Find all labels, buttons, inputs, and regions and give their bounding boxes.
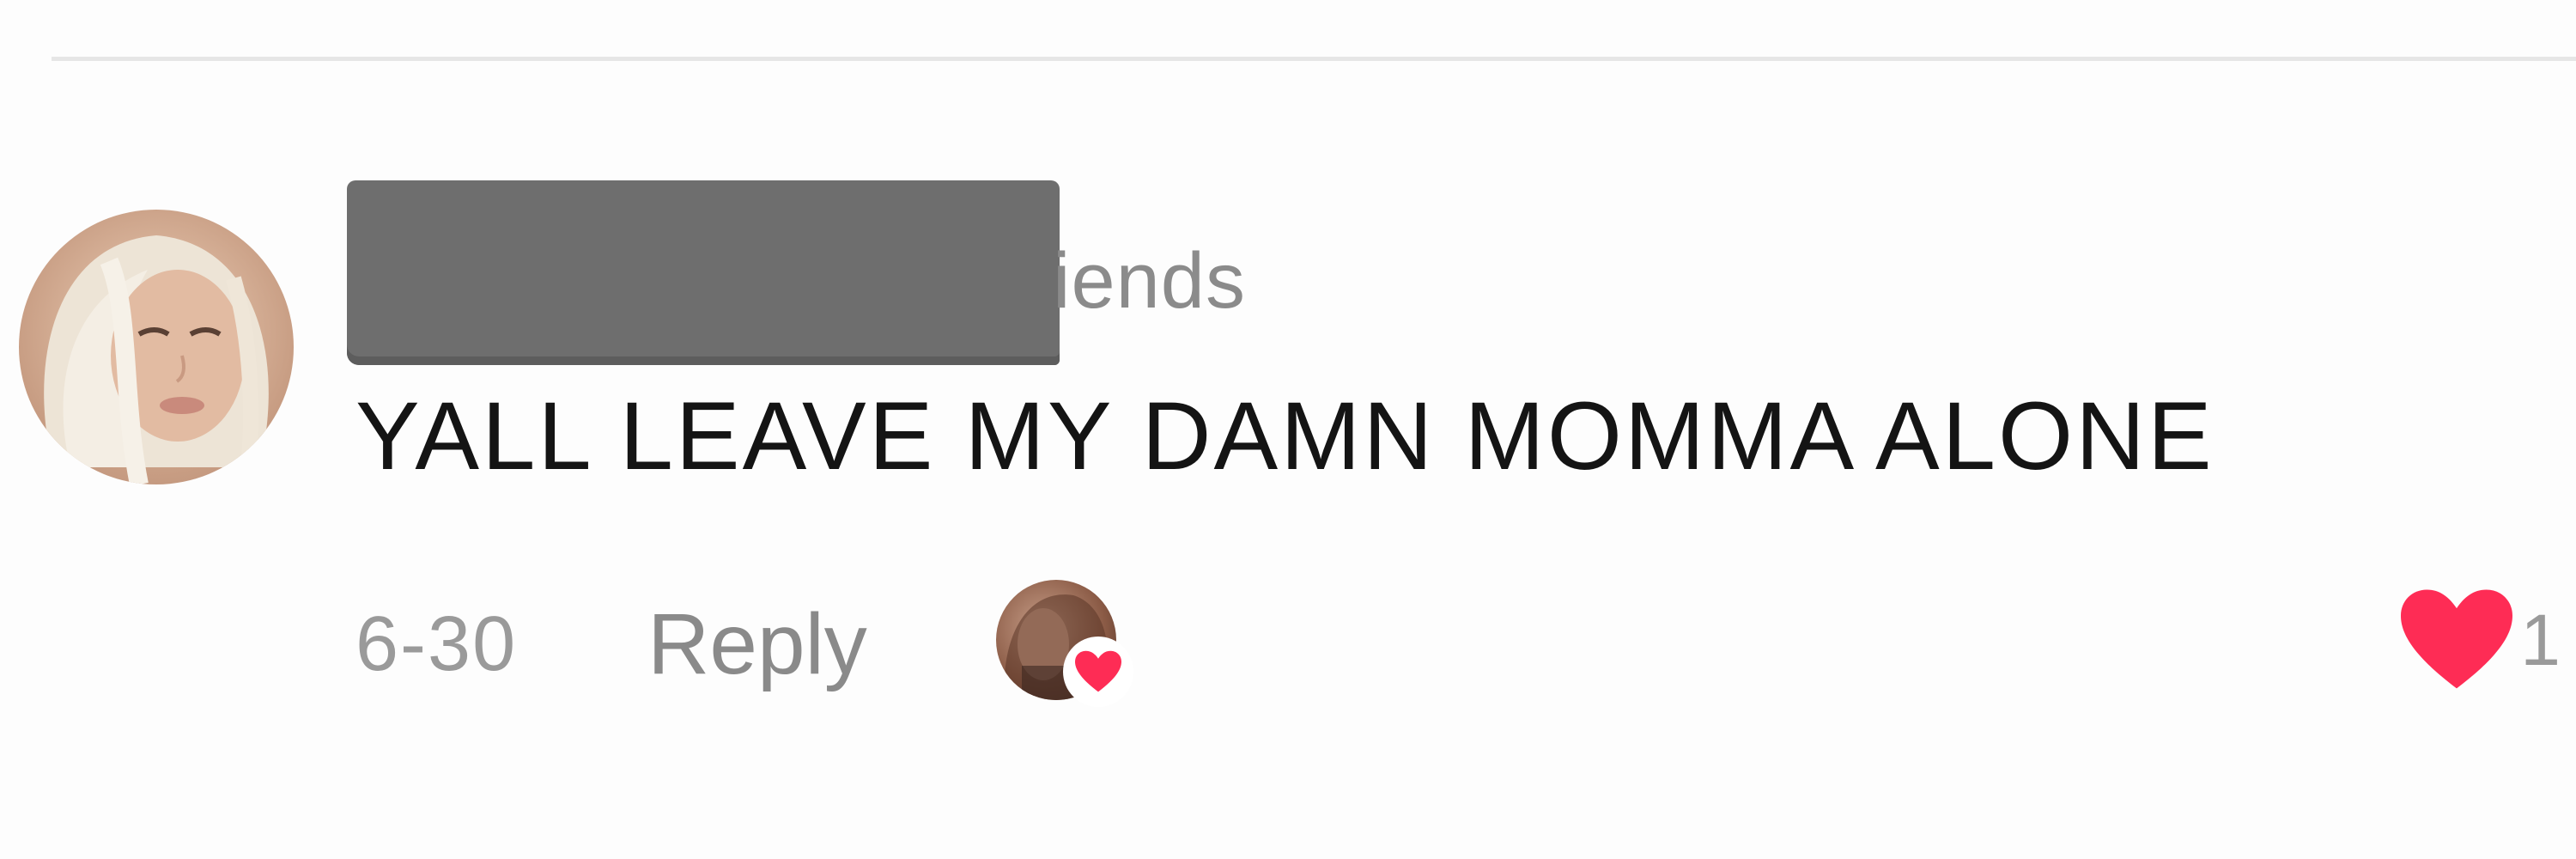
comment-text: YALL LEAVE MY DAMN MOMMA ALONE <box>355 382 2215 490</box>
username-redaction <box>347 180 1060 365</box>
heart-icon[interactable] <box>2397 584 2517 696</box>
comment-meta: 6-30 Reply <box>355 580 1133 707</box>
reply-button[interactable]: Reply <box>647 601 867 687</box>
avatar[interactable] <box>19 210 294 484</box>
divider <box>52 57 2576 61</box>
comment-screenshot: iends YALL LEAVE MY DAMN MOMMA ALONE 6-3… <box>0 0 2576 859</box>
username-suffix: iends <box>1053 237 1246 325</box>
creator-liked-badge <box>995 580 1133 709</box>
username[interactable]: iends <box>347 180 1246 365</box>
like-control[interactable]: 1 <box>2397 584 2561 696</box>
timestamp: 6-30 <box>355 601 518 687</box>
like-count: 1 <box>2520 600 2561 680</box>
creator-liked-heart-icon <box>1062 637 1133 707</box>
avatar-image <box>44 235 269 484</box>
